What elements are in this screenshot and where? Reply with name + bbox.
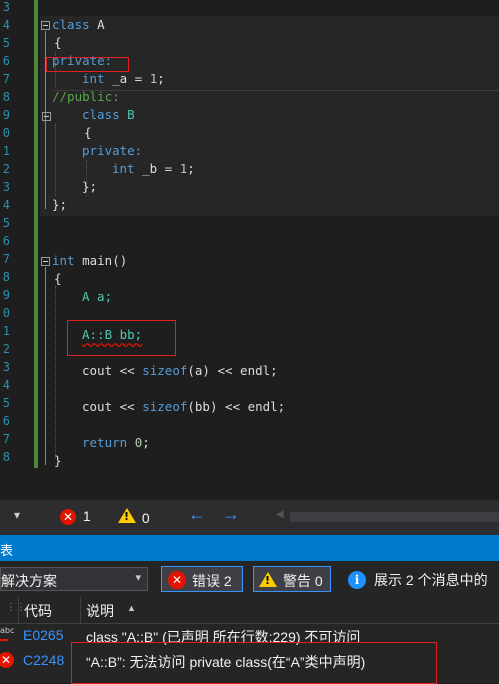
code-line: { [54, 271, 62, 286]
line-number: 1 [2, 324, 10, 338]
line-number: 3 [2, 180, 10, 194]
editor-status-bar: ▾ ✕ 1 ! 0 ← → ◀ [0, 500, 499, 535]
dropdown-arrow-icon[interactable]: ▾ [14, 508, 20, 522]
error-count-indicator[interactable]: ✕ 1 [60, 508, 91, 525]
code-line: private: [82, 143, 143, 158]
line-number: 6 [2, 54, 10, 68]
code-line: int main() [52, 253, 128, 268]
squiggle-icon [0, 635, 8, 641]
line-number: 7 [2, 72, 10, 86]
line-number: 3 [2, 360, 10, 374]
errors-filter-button[interactable]: ✕ 错误 2 [161, 566, 243, 592]
warning-count-indicator[interactable]: ! 0 [118, 508, 150, 526]
code-line: }; [82, 179, 98, 194]
code-line: class B [82, 107, 135, 122]
spellcheck-icon: abc [0, 626, 15, 635]
line-number: 0 [2, 126, 10, 140]
horizontal-scrollbar[interactable] [290, 512, 499, 522]
code-line: } [54, 453, 62, 468]
line-number: 7 [2, 432, 10, 446]
error-icon: ✕ [0, 652, 14, 668]
error-code-link[interactable]: E0265 [23, 627, 63, 643]
indent-guide [55, 286, 56, 458]
code-line: class A [52, 17, 105, 32]
code-line: return 0; [82, 435, 150, 450]
column-header-description[interactable]: 说明 [86, 601, 114, 621]
panel-title: 表 [0, 543, 14, 558]
chevron-down-icon: ▾ [135, 572, 141, 584]
error-icon: ✕ [168, 571, 186, 589]
line-number: 1 [2, 144, 10, 158]
line-number: 6 [2, 414, 10, 428]
error-list-title-bar: 表 [0, 535, 499, 561]
error-icon: ✕ [60, 509, 76, 525]
column-divider [18, 597, 19, 623]
line-number: 6 [2, 234, 10, 248]
info-icon: i [348, 571, 366, 589]
line-number: 5 [2, 36, 10, 50]
warning-icon: ! [259, 572, 277, 587]
code-line: A a; [82, 289, 113, 304]
column-header-code[interactable]: 代码 [24, 601, 52, 621]
fold-guide [45, 267, 46, 465]
line-number-gutter: 3 4 5 6 7 8 9 0 1 2 3 4 5 6 7 8 9 0 1 2 … [0, 0, 12, 500]
warning-icon: ! [118, 508, 136, 523]
code-line: }; [52, 197, 68, 212]
table-header: ⋮⋮ 代码 说明 ▲ [0, 597, 499, 624]
line-number: 4 [2, 198, 10, 212]
collapse-icon[interactable] [41, 257, 50, 266]
messages-filter-button[interactable]: i 展示 2 个消息中的 [344, 566, 499, 592]
change-indicator-bar [34, 0, 38, 468]
line-number: 8 [2, 270, 10, 284]
line-number: 9 [2, 288, 10, 302]
scroll-left-icon[interactable]: ◀ [276, 509, 284, 520]
code-line: int _a = 1; [82, 71, 165, 86]
code-line: { [54, 35, 62, 50]
annotation-box [67, 320, 176, 356]
line-number: 8 [2, 90, 10, 104]
line-number: 3 [2, 0, 10, 14]
line-number: 7 [2, 252, 10, 266]
code-line: cout << sizeof(a) << endl; [82, 363, 278, 378]
line-number: 0 [2, 306, 10, 320]
collapse-icon[interactable] [42, 112, 51, 121]
line-number: 5 [2, 396, 10, 410]
code-line: { [84, 125, 92, 140]
error-list-panel: 解决方案 ▾ ✕ 错误 2 ! 警告 0 i 展示 2 个消息中的 ⋮⋮ 代码 … [0, 561, 499, 684]
line-number: 8 [2, 450, 10, 464]
line-number: 2 [2, 342, 10, 356]
grid-icon: ⋮⋮ [6, 602, 26, 613]
annotation-box [71, 642, 437, 684]
annotation-box [46, 57, 129, 72]
line-number: 4 [2, 18, 10, 32]
line-number: 4 [2, 378, 10, 392]
line-number: 5 [2, 216, 10, 230]
warnings-filter-button[interactable]: ! 警告 0 [253, 566, 331, 592]
code-editor[interactable]: 3 4 5 6 7 8 9 0 1 2 3 4 5 6 7 8 9 0 1 2 … [0, 0, 499, 500]
scope-select[interactable]: 解决方案 ▾ [0, 567, 148, 591]
code-line: cout << sizeof(bb) << endl; [82, 399, 286, 414]
forward-icon[interactable]: → [222, 504, 240, 525]
back-icon[interactable]: ← [188, 504, 206, 525]
line-number: 2 [2, 162, 10, 176]
line-number: 9 [2, 108, 10, 122]
column-divider [80, 597, 81, 623]
sort-ascending-icon: ▲ [127, 603, 136, 613]
error-code-link[interactable]: C2248 [23, 652, 64, 668]
code-line: int _b = 1; [112, 161, 195, 176]
indent-guide [55, 124, 56, 196]
collapse-icon[interactable] [41, 21, 50, 30]
code-line: //public: [52, 89, 120, 104]
